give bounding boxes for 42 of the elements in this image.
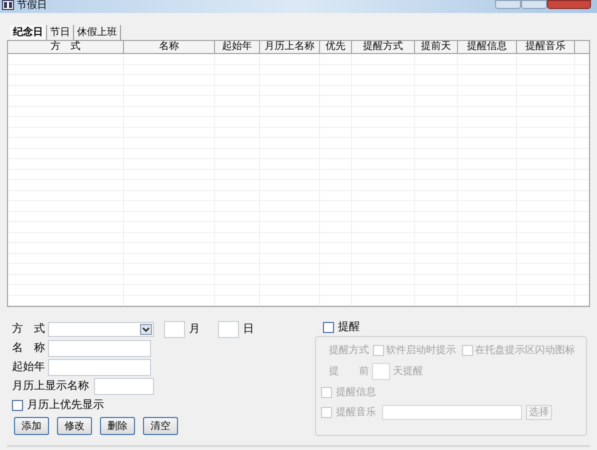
- column-header[interactable]: 名称: [124, 41, 215, 53]
- method-label: 方 式: [12, 321, 46, 338]
- window-title: 节假日: [17, 0, 47, 12]
- column-header[interactable]: 提醒信息: [458, 41, 517, 53]
- method-dropdown[interactable]: [48, 322, 154, 337]
- day-label: 日: [243, 321, 254, 338]
- checkbox[interactable]: [12, 400, 23, 411]
- reminder-mode-label: 提醒方式: [329, 344, 369, 358]
- action-button[interactable]: 清空: [143, 417, 178, 435]
- reminder-label: 提醒: [338, 318, 360, 335]
- tab[interactable]: 纪念日: [10, 25, 47, 40]
- calendar-name-label: 月历上显示名称: [12, 378, 90, 394]
- advance-label: 提 前: [329, 365, 369, 379]
- start-year-label: 起始年: [12, 359, 46, 376]
- message-label: 提醒信息: [336, 386, 376, 400]
- action-button[interactable]: 添加: [14, 417, 49, 435]
- chevron-down-icon: [140, 324, 152, 335]
- column-header[interactable]: 提醒方式: [352, 41, 415, 53]
- month-field[interactable]: [164, 321, 185, 338]
- month-label: 月: [189, 321, 200, 338]
- column-header[interactable]: 提前天: [415, 41, 458, 53]
- option-label: 在托盘提示区闪动图标: [475, 344, 575, 358]
- minimize-button[interactable]: [495, 0, 521, 9]
- calendar-name-field[interactable]: [94, 378, 154, 395]
- column-header[interactable]: 优先: [320, 41, 352, 53]
- priority-label: 月历上优先显示: [27, 397, 104, 414]
- option-label: 软件启动时提示: [386, 344, 456, 358]
- column-header[interactable]: 提醒音乐: [517, 41, 575, 53]
- action-button[interactable]: 删除: [100, 417, 135, 435]
- name-field[interactable]: [48, 340, 151, 357]
- start-year-field[interactable]: [48, 359, 151, 376]
- column-header[interactable]: 起始年: [215, 41, 260, 53]
- name-label: 名 称: [12, 340, 46, 356]
- column-header[interactable]: 月历上名称: [260, 41, 320, 53]
- music-label: 提醒音乐: [336, 406, 376, 420]
- maximize-button[interactable]: [521, 0, 547, 9]
- day-field[interactable]: [218, 321, 239, 338]
- column-header[interactable]: 方 式: [8, 41, 124, 53]
- action-button[interactable]: 修改: [57, 417, 92, 435]
- app-icon: [2, 0, 14, 10]
- close-button[interactable]: [547, 0, 591, 9]
- advance-suffix: 天提醒: [393, 365, 423, 379]
